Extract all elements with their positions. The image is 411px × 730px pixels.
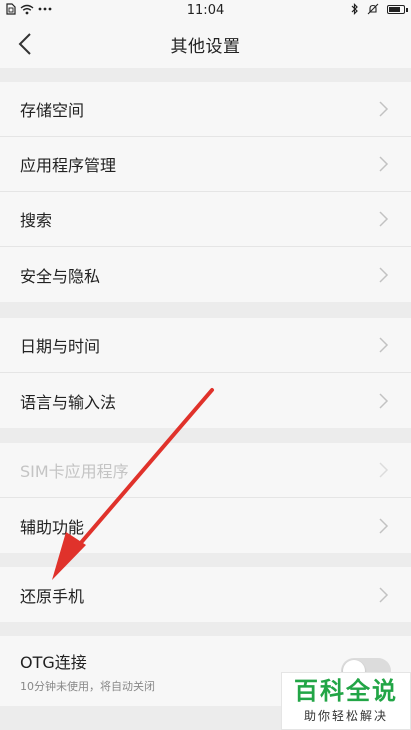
- watermark-sub-text: 助你轻松解决: [303, 709, 388, 724]
- watermark-main-text: 百科全说: [294, 676, 398, 705]
- chevron-right-icon: [379, 156, 389, 172]
- settings-item-accessibility[interactable]: 辅助功能: [0, 498, 411, 553]
- settings-group-sim: SIM卡应用程序 辅助功能: [0, 443, 411, 553]
- settings-item-label: SIM卡应用程序: [20, 462, 129, 481]
- settings-item-sim-apps: SIM卡应用程序: [0, 443, 411, 498]
- settings-item-label: 应用程序管理: [20, 156, 117, 175]
- chevron-right-icon: [379, 517, 389, 534]
- status-right-icons: [351, 3, 408, 15]
- chevron-right-icon: [379, 392, 389, 409]
- chevron-right-icon: [379, 211, 389, 227]
- more-dots-icon: [38, 7, 52, 11]
- settings-group-storage: 存储空间 应用程序管理 搜索 安全与隐私: [0, 82, 411, 302]
- battery-icon: [387, 4, 408, 14]
- settings-item-label: 存储空间: [20, 101, 85, 120]
- settings-item-label: 搜索: [20, 211, 53, 230]
- settings-item-language-input[interactable]: 语言与输入法: [0, 373, 411, 428]
- header: 其他设置: [0, 20, 411, 68]
- back-button[interactable]: [12, 30, 38, 58]
- chevron-right-icon: [379, 337, 389, 353]
- settings-group-reset: 还原手机: [0, 567, 411, 622]
- settings-group-datetime: 日期与时间 语言与输入法: [0, 318, 411, 428]
- back-chevron-icon: [18, 33, 31, 55]
- mute-icon: [367, 3, 379, 15]
- settings-item-label: 语言与输入法: [20, 392, 117, 412]
- bluetooth-icon: [351, 3, 358, 15]
- chevron-right-icon: [379, 586, 389, 603]
- settings-item-label: 还原手机: [20, 586, 85, 606]
- settings-item-label: 日期与时间: [20, 337, 101, 356]
- chevron-right-icon: [379, 101, 389, 117]
- page-title: 其他设置: [170, 36, 241, 57]
- wifi-icon: [20, 4, 34, 14]
- chevron-right-icon: [379, 462, 389, 478]
- battery-level-fill: [389, 6, 401, 12]
- settings-item-app-management[interactable]: 应用程序管理: [0, 137, 411, 192]
- settings-item-security-privacy[interactable]: 安全与隐私: [0, 247, 411, 302]
- settings-item-date-time[interactable]: 日期与时间: [0, 318, 411, 373]
- watermark-logo: 百科全说 助你轻松解决: [281, 672, 411, 730]
- status-time: 11:04: [186, 2, 225, 18]
- status-bar: 11:04: [0, 0, 411, 20]
- chevron-right-icon: [379, 266, 389, 283]
- sim-icon: [6, 3, 16, 15]
- settings-item-storage[interactable]: 存储空间: [0, 82, 411, 137]
- status-left-icons: [6, 3, 52, 15]
- settings-item-label: 辅助功能: [20, 517, 85, 537]
- settings-item-label: 安全与隐私: [20, 266, 101, 286]
- settings-item-reset-phone[interactable]: 还原手机: [0, 567, 411, 622]
- settings-item-search[interactable]: 搜索: [0, 192, 411, 247]
